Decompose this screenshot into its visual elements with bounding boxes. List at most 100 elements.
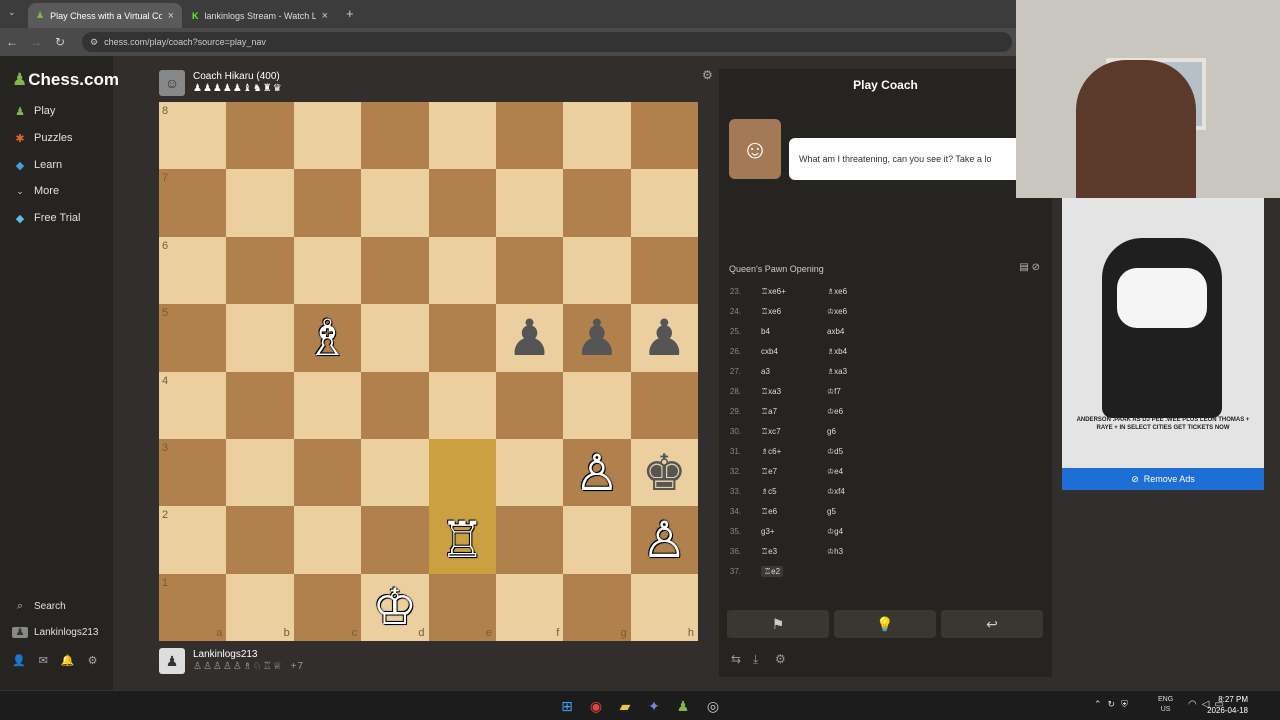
black-move[interactable]: ♔xf4 (827, 487, 845, 496)
square-d5[interactable] (361, 304, 429, 372)
white-move[interactable]: ♖e6 (761, 507, 777, 516)
square-c4[interactable] (293, 371, 362, 439)
sidebar-item-free-trial[interactable]: ◆ Free Trial (0, 207, 113, 229)
white-move[interactable]: ♗c5 (761, 487, 777, 496)
black-move[interactable]: ♗xb4 (827, 347, 847, 356)
bell-icon[interactable]: 🔔 (61, 654, 75, 667)
square-g4[interactable] (563, 371, 631, 439)
site-info-icon[interactable]: ⚙ (90, 37, 98, 48)
wifi-icon[interactable]: ◠ (1188, 699, 1202, 710)
square-a5[interactable]: 5 (159, 304, 227, 372)
square-f3[interactable] (495, 438, 564, 507)
square-a7[interactable]: 7 (159, 169, 227, 237)
black-move[interactable]: ♗xe6 (827, 287, 847, 296)
square-b8[interactable] (226, 102, 294, 170)
teams-icon[interactable]: ✦ (644, 696, 664, 716)
square-e6[interactable] (428, 236, 496, 305)
chess-board[interactable]: 8 7 6 5 ♗ ♟ ♟ ♟ 4 3 ♙ ♚ 2 ♖ ♙ 1 a b c d ♔ e f g h (159, 102, 698, 641)
tab-stream[interactable]: K lankinlogs Stream - Watch Live × (184, 3, 336, 28)
refresh-icon[interactable]: ↻ (1108, 699, 1122, 709)
square-h1[interactable]: h (630, 573, 698, 641)
square-d6[interactable] (361, 236, 429, 305)
square-c3[interactable] (293, 438, 362, 507)
white-piece-c5[interactable]: ♗ (305, 313, 350, 363)
sidebar-item-learn[interactable]: ◆ Learn (0, 154, 113, 176)
language-indicator[interactable]: ENG US (1158, 695, 1173, 715)
square-c2[interactable] (293, 506, 362, 574)
white-piece-g3[interactable]: ♙ (575, 448, 620, 498)
white-move[interactable]: g3+ (761, 527, 775, 536)
square-f7[interactable] (495, 169, 564, 237)
square-f6[interactable] (495, 236, 564, 305)
hint-button[interactable]: 💡 (834, 610, 936, 638)
black-move[interactable]: axb4 (827, 327, 844, 336)
square-e7[interactable] (428, 169, 496, 237)
white-move[interactable]: ♖xc7 (761, 427, 781, 436)
obs-icon[interactable]: ◎ (703, 696, 723, 716)
square-a1[interactable]: 1a (159, 573, 227, 641)
black-piece-h3[interactable]: ♚ (642, 448, 687, 498)
square-e5[interactable] (428, 304, 496, 372)
close-icon[interactable]: × (322, 10, 328, 22)
white-move[interactable]: a3 (761, 367, 770, 376)
white-move[interactable]: ♖xe6+ (761, 287, 786, 296)
system-clock[interactable]: 8:27 PM 2026-04-18 (1207, 694, 1248, 716)
square-h2[interactable]: ♙ (630, 506, 698, 574)
square-b1[interactable]: b (226, 573, 294, 641)
book-icon[interactable]: ▤ (1019, 262, 1028, 273)
sidebar-item-play[interactable]: ♟ Play (0, 100, 113, 122)
white-piece-h2[interactable]: ♙ (642, 515, 687, 565)
square-d4[interactable] (361, 371, 429, 439)
square-d8[interactable] (361, 102, 429, 170)
chess-logo[interactable]: ♟ Chess.com (12, 70, 119, 90)
white-move[interactable]: ♖xa3 (761, 387, 781, 396)
square-f4[interactable] (495, 371, 564, 439)
tab-search-icon[interactable]: ⌄ (8, 7, 16, 18)
explorer-icon[interactable]: ⊘ (1032, 262, 1040, 273)
square-h7[interactable] (630, 169, 698, 237)
advertisement[interactable]: ANDERSON .PAAK AS DJ PEE .WEE PLUS LEON … (1062, 198, 1264, 490)
square-f5[interactable]: ♟ (495, 304, 564, 372)
reload-icon[interactable]: ↻ (48, 35, 72, 49)
square-h5[interactable]: ♟ (630, 304, 698, 372)
black-move[interactable]: g5 (827, 507, 836, 516)
square-h4[interactable] (630, 371, 698, 439)
square-h6[interactable] (630, 236, 698, 305)
remove-ads-button[interactable]: ⊘ Remove Ads (1062, 468, 1264, 490)
square-a4[interactable]: 4 (159, 371, 227, 439)
undo-button[interactable]: ↩ (941, 610, 1043, 638)
chess-app-icon[interactable]: ♟ (673, 696, 693, 716)
square-g3[interactable]: ♙ (563, 438, 631, 507)
square-g7[interactable] (563, 169, 631, 237)
square-g6[interactable] (563, 236, 631, 305)
square-a6[interactable]: 6 (159, 236, 227, 305)
sidebar-item-puzzles[interactable]: ✱ Puzzles (0, 127, 113, 149)
square-d3[interactable] (361, 438, 429, 507)
black-piece-f5[interactable]: ♟ (507, 313, 552, 363)
black-piece-h5[interactable]: ♟ (642, 313, 687, 363)
square-g5[interactable]: ♟ (563, 304, 631, 372)
black-move[interactable]: ♗xa3 (827, 367, 847, 376)
chevron-up-icon[interactable]: ⌃ (1094, 699, 1108, 709)
square-b4[interactable] (226, 371, 294, 439)
black-piece-g5[interactable]: ♟ (575, 313, 620, 363)
mail-icon[interactable]: ✉ (39, 654, 48, 667)
friends-icon[interactable]: 👤 (12, 654, 26, 667)
windows-start-icon[interactable]: ⊞ (557, 696, 577, 716)
black-move[interactable]: ♔h3 (827, 547, 843, 556)
square-d1[interactable]: d ♔ (361, 573, 429, 641)
square-a3[interactable]: 3 (159, 438, 227, 507)
square-h8[interactable] (630, 102, 698, 170)
white-move[interactable]: ♖a7 (761, 407, 777, 416)
close-icon[interactable]: × (168, 10, 174, 22)
square-b2[interactable] (226, 506, 294, 574)
square-d7[interactable] (361, 169, 429, 237)
white-piece-e2[interactable]: ♖ (440, 515, 485, 565)
white-move[interactable]: ♖e7 (761, 467, 777, 476)
square-c1[interactable]: c (293, 573, 362, 641)
square-b5[interactable] (226, 304, 294, 372)
sidebar-search[interactable]: ⌕ Search (0, 595, 113, 617)
square-e8[interactable] (428, 102, 496, 170)
square-a2[interactable]: 2 (159, 506, 227, 574)
square-f1[interactable]: f (495, 573, 564, 641)
